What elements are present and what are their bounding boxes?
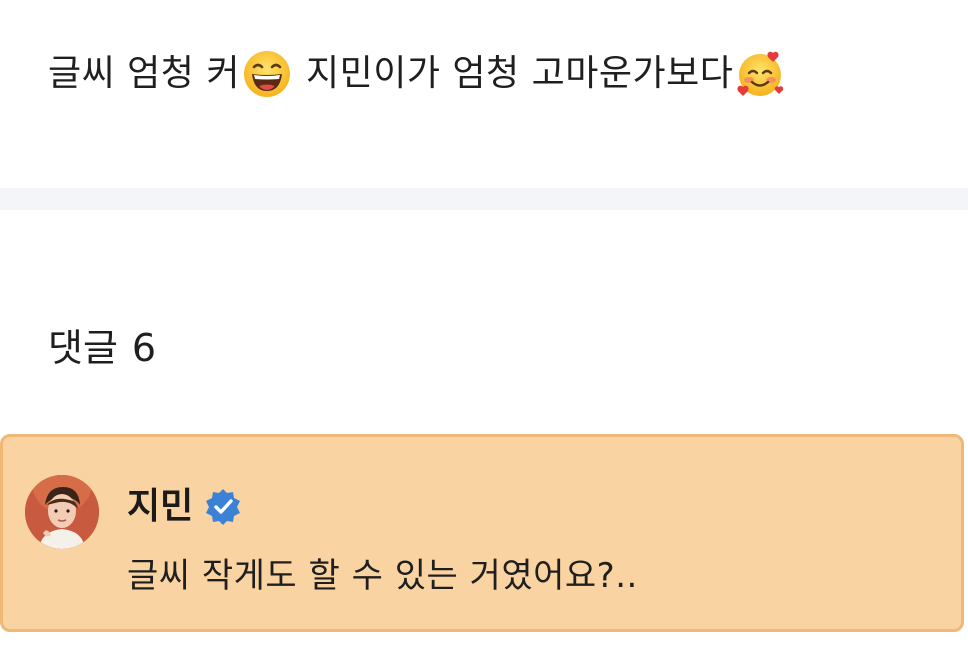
post-body: 글씨 엄청 커 지민이가 엄청 고마운가보다	[48, 44, 948, 104]
section-divider	[0, 188, 968, 210]
post-text-part1: 글씨 엄청 커	[48, 53, 240, 94]
comment-author-row: 지민	[127, 483, 243, 531]
comments-header: 댓글 6	[48, 320, 170, 376]
comments-count: 6	[131, 326, 157, 370]
comment-text: 글씨 작게도 할 수 있는 거였어요?..	[127, 556, 638, 596]
grinning-squinting-face-icon	[242, 49, 292, 99]
verified-badge-icon	[203, 487, 243, 527]
comment-author-name[interactable]: 지민	[127, 483, 193, 531]
post-text-part2: 지민이가 엄청 고마운가보다	[306, 53, 734, 94]
avatar[interactable]	[25, 475, 99, 549]
smiling-face-with-hearts-icon	[735, 49, 785, 99]
comments-label: 댓글	[48, 326, 118, 370]
highlighted-comment[interactable]: 지민 글씨 작게도 할 수 있는 거였어요?..	[0, 434, 964, 632]
